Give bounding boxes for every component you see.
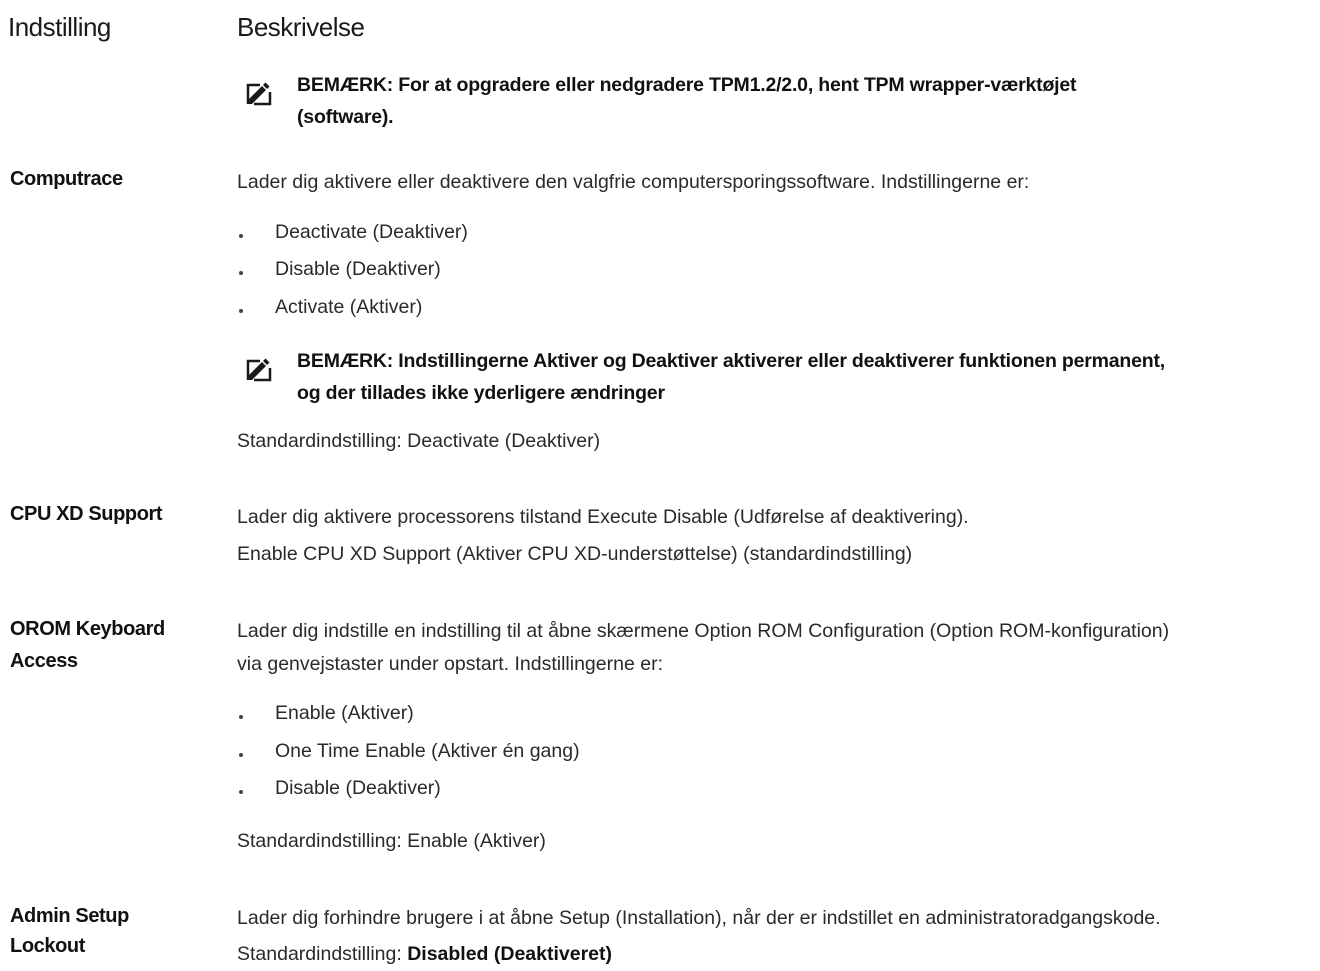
- cpu-xd-description: Lader dig aktivere processorens tilstand…: [237, 506, 969, 528]
- orom-description-line2: via genvejstaster under opstart. Indstil…: [237, 653, 663, 675]
- term-orom-keyboard-line2: Access: [10, 650, 78, 672]
- orom-default: Standardindstilling: Enable (Aktiver): [237, 830, 546, 852]
- term-admin-setup-line1: Admin Setup: [10, 905, 129, 927]
- list-item: One Time Enable (Aktiver én gang): [239, 740, 580, 762]
- column-header-setting: Indstilling: [8, 12, 111, 42]
- term-cpu-xd-support: CPU XD Support: [10, 503, 163, 525]
- computrace-default: Standardindstilling: Deactivate (Deaktiv…: [237, 430, 601, 452]
- list-item: Disable (Deaktiver): [239, 258, 441, 280]
- note-pencil-icon: [246, 358, 272, 382]
- list-item: Disable (Deaktiver): [239, 777, 441, 799]
- admin-default-value: Disabled (Deaktiveret): [407, 943, 613, 965]
- list-item: Activate (Aktiver): [239, 296, 423, 318]
- term-computrace: Computrace: [10, 168, 123, 190]
- admin-description: Lader dig forhindre brugere i at åbne Se…: [237, 907, 1161, 929]
- note-tpm-line1: BEMÆRK: For at opgradere eller nedgrader…: [297, 74, 1077, 96]
- note-pencil-icon: [246, 80, 272, 106]
- note-computrace-line2: og der tillades ikke yderligere ændringe…: [297, 382, 665, 404]
- term-admin-setup-line2: Lockout: [10, 935, 85, 957]
- admin-default: Standardindstilling: Disabled (Deaktiver…: [237, 943, 613, 965]
- cpu-xd-default: Enable CPU XD Support (Aktiver CPU XD-un…: [237, 543, 913, 565]
- list-item: Enable (Aktiver): [239, 702, 414, 724]
- column-header-description: Beskrivelse: [237, 12, 365, 42]
- term-orom-keyboard-line1: OROM Keyboard: [10, 618, 165, 640]
- note-tpm-line2: (software).: [297, 106, 394, 128]
- computrace-description: Lader dig aktivere eller deaktivere den …: [237, 171, 1030, 193]
- list-item: Deactivate (Deaktiver): [239, 221, 468, 243]
- orom-description-line1: Lader dig indstille en indstilling til a…: [237, 620, 1170, 642]
- note-computrace-line1: BEMÆRK: Indstillingerne Aktiver og Deakt…: [297, 350, 1165, 372]
